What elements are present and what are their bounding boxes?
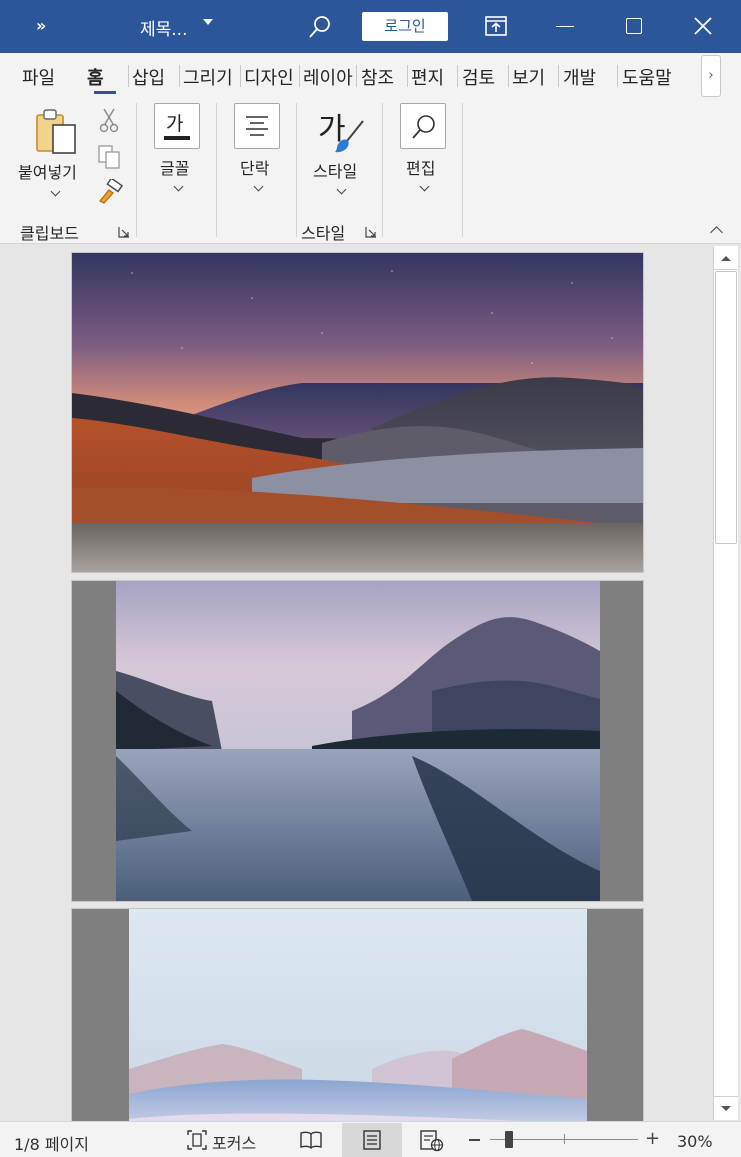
clipboard-group-label: 클립보드: [20, 224, 79, 243]
paste-label[interactable]: 붙여넣기: [18, 159, 77, 183]
tab-review[interactable]: 검토: [462, 64, 504, 90]
document-title[interactable]: 제목...: [140, 15, 188, 40]
scroll-down-arrow-icon: [721, 1106, 731, 1111]
tab-mailings[interactable]: 편지: [411, 64, 453, 90]
editing-search-icon: [412, 115, 435, 139]
tab-scroll-right-button[interactable]: ›: [701, 55, 721, 97]
zoom-in-button[interactable]: +: [645, 1128, 660, 1149]
close-icon[interactable]: [693, 16, 713, 36]
font-icon: 가: [166, 113, 184, 135]
styles-chevron-icon[interactable]: [336, 184, 347, 195]
title-dropdown-icon[interactable]: [203, 19, 213, 25]
font-label[interactable]: 글꼴: [160, 155, 189, 179]
paste-dropdown-chevron-icon[interactable]: [50, 186, 61, 197]
paragraph-label[interactable]: 단락: [240, 155, 269, 179]
tab-design[interactable]: 디자인: [244, 64, 296, 90]
clipboard-dialog-launcher-icon[interactable]: [118, 226, 130, 238]
tab-references[interactable]: 참조: [361, 64, 403, 90]
share-icon[interactable]: [485, 16, 507, 36]
tab-draw[interactable]: 그리기: [183, 64, 236, 90]
tab-insert[interactable]: 삽입: [132, 64, 176, 90]
document-area[interactable]: [0, 244, 741, 1121]
scroll-up-button[interactable]: [714, 246, 738, 270]
zoom-slider-midpoint: [564, 1134, 565, 1144]
document-page[interactable]: [71, 908, 644, 1121]
cut-icon[interactable]: [98, 107, 120, 133]
vertical-scrollbar[interactable]: [713, 246, 738, 1120]
document-page[interactable]: [71, 252, 644, 573]
editing-button[interactable]: [400, 103, 446, 149]
page-image-misty-lake-mountains[interactable]: [72, 581, 643, 901]
paragraph-align-icon: [246, 116, 268, 136]
tab-view[interactable]: 보기: [512, 64, 554, 90]
quick-access-overflow-button[interactable]: »: [36, 16, 46, 35]
scroll-thumb[interactable]: [715, 271, 737, 544]
scroll-down-button[interactable]: [714, 1096, 738, 1120]
ribbon: 붙여넣기 클립보드 가 글꼴 단락 가 스타일 스타일 편집: [0, 97, 741, 244]
print-layout-button[interactable]: [342, 1123, 402, 1157]
page-image-snowy-mountain-dunes[interactable]: [72, 909, 643, 1121]
editing-chevron-icon[interactable]: [419, 181, 430, 192]
tab-home[interactable]: 홈: [87, 64, 111, 90]
paragraph-button[interactable]: [234, 103, 280, 149]
status-bar: 1/8 페이지 포커스 + 30%: [0, 1121, 741, 1157]
print-layout-icon: [363, 1130, 381, 1150]
page-count[interactable]: 1/8 페이지: [14, 1131, 89, 1155]
tab-help[interactable]: 도움말: [622, 64, 678, 90]
collapse-ribbon-icon[interactable]: [710, 226, 723, 239]
scroll-up-arrow-icon: [721, 256, 731, 261]
maximize-button[interactable]: [626, 18, 642, 34]
format-painter-icon[interactable]: [96, 179, 124, 205]
tab-layout[interactable]: 레이아: [303, 64, 353, 90]
styles-label[interactable]: 스타일: [313, 158, 357, 182]
web-layout-icon[interactable]: [420, 1130, 444, 1152]
login-button[interactable]: 로그인: [362, 12, 448, 41]
zoom-level[interactable]: 30%: [677, 1132, 713, 1151]
zoom-slider-handle[interactable]: [505, 1131, 513, 1148]
editing-label[interactable]: 편집: [406, 155, 435, 179]
styles-dialog-launcher-icon[interactable]: [365, 226, 377, 238]
paste-icon[interactable]: [34, 107, 78, 155]
styles-group-label: 스타일: [301, 224, 346, 243]
minimize-button[interactable]: [556, 26, 574, 27]
font-button[interactable]: 가: [154, 103, 200, 149]
focus-icon[interactable]: [186, 1129, 208, 1151]
document-page[interactable]: [71, 580, 644, 902]
page-image-desert-dunes-dusk[interactable]: [72, 253, 643, 572]
read-mode-icon[interactable]: [300, 1130, 322, 1150]
tab-file[interactable]: 파일: [22, 64, 64, 90]
styles-brush-icon: [335, 120, 364, 153]
zoom-out-button[interactable]: [469, 1139, 480, 1141]
focus-button[interactable]: 포커스: [212, 1130, 256, 1154]
active-tab-indicator: [94, 91, 116, 94]
title-bar: » 제목... 로그인: [0, 0, 741, 53]
search-icon[interactable]: [308, 14, 332, 40]
font-icon-underline: [164, 136, 190, 140]
ribbon-tabs: 파일 홈 삽입 그리기 디자인 레이아 참조 편지 검토 보기 개발 도움말 ›: [0, 53, 741, 97]
font-chevron-icon[interactable]: [173, 181, 184, 192]
paragraph-chevron-icon[interactable]: [253, 181, 264, 192]
copy-icon[interactable]: [97, 144, 123, 170]
tab-developer[interactable]: 개발: [563, 64, 615, 90]
